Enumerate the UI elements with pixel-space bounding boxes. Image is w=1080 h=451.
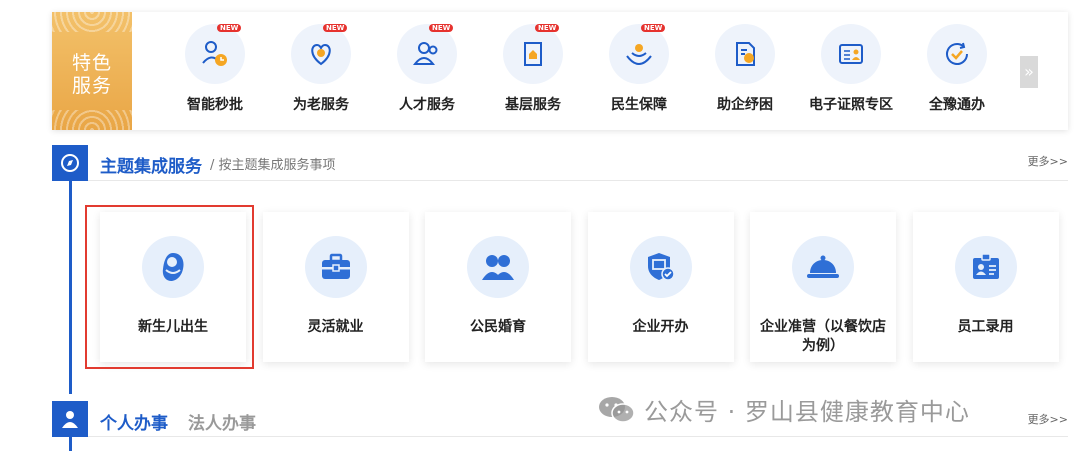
id-card-icon	[839, 44, 863, 64]
user-icon	[52, 401, 88, 437]
theme-cards: 新生儿出生 灵活就业 公民婚育 企业开办 企业准营（以餐饮店为例） 员工录用	[100, 212, 1075, 362]
card-newborn[interactable]: 新生儿出生	[100, 212, 246, 362]
tab-personal[interactable]: 个人办事	[100, 409, 168, 434]
featured-item-label: 基层服务	[505, 97, 561, 113]
building-doc-icon	[524, 42, 542, 66]
card-label: 灵活就业	[307, 319, 364, 335]
featured-services-bar: 特色 服务 NEW 智能秒批 NEW 为老服务 NEW 人才服务 NEW 基层服…	[52, 12, 1068, 130]
card-business-startup[interactable]: 企业开办	[587, 212, 734, 362]
theme-section-header: 主题集成服务 / 按主题集成服务事项 更多>>	[52, 145, 1068, 181]
featured-badge-label: 特色 服务	[71, 52, 112, 97]
timeline-rail	[69, 176, 72, 394]
featured-item-grassroots[interactable]: NEW 基层服务	[480, 24, 586, 114]
shield-check-icon	[647, 253, 675, 281]
clock-person-icon	[202, 41, 227, 66]
featured-item-province-wide[interactable]: 全豫通办	[904, 24, 1010, 114]
new-badge: NEW	[323, 24, 348, 32]
featured-item-talent[interactable]: NEW 人才服务	[374, 24, 480, 114]
cloche-icon	[807, 255, 839, 278]
card-marriage-birth[interactable]: 公民婚育	[425, 212, 571, 362]
briefcase-icon	[321, 253, 350, 279]
hands-person-icon	[626, 44, 652, 66]
featured-item-smart-approval[interactable]: NEW 智能秒批	[162, 24, 268, 114]
compass-icon	[52, 145, 88, 181]
featured-item-elderly[interactable]: NEW 为老服务	[268, 24, 374, 114]
featured-item-label: 全豫通办	[929, 97, 985, 113]
featured-item-enterprise-relief[interactable]: 助企纾困	[692, 24, 798, 114]
featured-item-label: 电子证照专区	[809, 97, 893, 113]
card-label: 新生儿出生	[138, 319, 208, 335]
featured-item-label: 助企纾困	[717, 97, 773, 113]
card-label: 企业准营（以餐饮店为例）	[760, 319, 886, 354]
featured-item-label: 人才服务	[399, 97, 455, 113]
featured-next-button[interactable]: »	[1020, 56, 1038, 88]
card-label: 企业开办	[632, 319, 689, 335]
doc-chart-icon	[736, 42, 755, 66]
card-flexible-employment[interactable]: 灵活就业	[262, 212, 409, 362]
theme-more-link[interactable]: 更多>>	[1028, 153, 1068, 169]
featured-badge: 特色 服务	[52, 12, 132, 130]
theme-section-subtitle: / 按主题集成服务事项	[210, 158, 336, 173]
card-label: 公民婚育	[470, 319, 526, 335]
baby-icon	[162, 253, 184, 281]
couple-icon	[482, 255, 514, 280]
people-icon	[412, 42, 438, 65]
tab-legal-entity[interactable]: 法人办事	[188, 409, 256, 434]
featured-item-label: 民生保障	[611, 97, 667, 113]
featured-item-livelihood[interactable]: NEW 民生保障	[586, 24, 692, 114]
featured-item-label: 智能秒批	[187, 97, 243, 113]
featured-item-e-license[interactable]: 电子证照专区	[798, 24, 904, 114]
timeline-rail	[69, 436, 72, 451]
check-circle-icon	[946, 42, 968, 65]
new-badge: NEW	[429, 24, 454, 32]
new-badge: NEW	[535, 24, 560, 32]
featured-item-label: 为老服务	[293, 97, 349, 113]
featured-items: NEW 智能秒批 NEW 为老服务 NEW 人才服务 NEW 基层服务 NEW	[162, 24, 1010, 114]
page: 特色 服务 NEW 智能秒批 NEW 为老服务 NEW 人才服务 NEW 基层服…	[0, 0, 1080, 451]
card-label: 员工录用	[957, 319, 1014, 335]
new-badge: NEW	[641, 24, 666, 32]
services-more-link[interactable]: 更多>>	[1028, 411, 1068, 427]
heart-hands-icon	[311, 43, 331, 66]
card-hiring[interactable]: 员工录用	[912, 212, 1059, 362]
new-badge: NEW	[217, 24, 242, 32]
badge-icon	[972, 253, 999, 279]
theme-section-title: 主题集成服务	[100, 157, 202, 177]
services-tabs-header: 个人办事 法人办事 更多>>	[52, 401, 1068, 437]
card-business-operation[interactable]: 企业准营（以餐饮店为例）	[750, 212, 896, 362]
